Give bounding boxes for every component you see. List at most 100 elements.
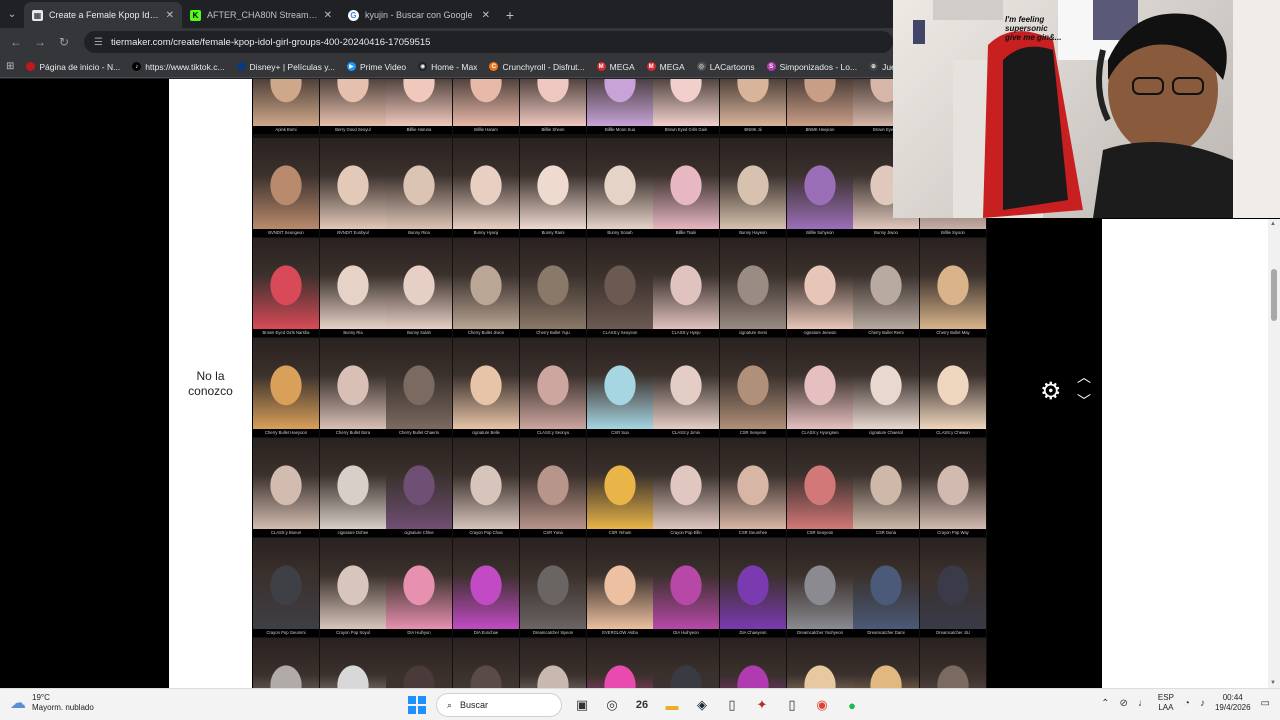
idol-tile[interactable]: cignature Belle xyxy=(453,338,519,437)
idol-tile[interactable]: CLASS:y Chewon xyxy=(920,338,986,437)
idol-tile[interactable]: CSR Sua xyxy=(587,338,653,437)
bookmark-item[interactable]: C Crunchyroll - Disfrut... xyxy=(489,62,585,72)
idol-tile[interactable]: Apink Bomi xyxy=(253,79,319,134)
idol-tile[interactable]: Cherry Bullet Haeyoon xyxy=(253,338,319,437)
scroll-down-icon[interactable]: ▼ xyxy=(1270,680,1276,686)
idol-tile[interactable] xyxy=(253,638,319,688)
idol-tile[interactable]: Bunny Sooah xyxy=(587,138,653,237)
idol-tile[interactable]: Billlie Moon Sua xyxy=(587,79,653,134)
idol-tile[interactable]: cignature Jeewon xyxy=(787,238,853,337)
bookmark-item[interactable]: ♪ https://www.tiktok.c... xyxy=(132,62,225,72)
idol-tile[interactable]: Billlie Suhyeon xyxy=(787,138,853,237)
bookmark-item[interactable]: S Simponizados - Lo... xyxy=(766,62,857,72)
bookmark-item[interactable]: Disney+ | Películas y... xyxy=(236,62,335,72)
clock[interactable]: 00:44 19/4/2026 xyxy=(1215,693,1251,713)
bookmark-item[interactable]: ◉ Home - Max xyxy=(418,62,477,72)
volume-icon[interactable]: ♪ xyxy=(1200,698,1205,709)
reload-button[interactable]: ↻ xyxy=(54,32,74,52)
tab-google[interactable]: G kyujin - Buscar con Google ✕ xyxy=(340,2,498,28)
idol-tile[interactable]: CLASS:y Seonyu xyxy=(520,338,586,437)
idol-tile[interactable]: CLASS:y Boeun xyxy=(253,438,319,537)
tab-tiermaker[interactable]: ▦ Create a Female Kpop Idol Girl ✕ xyxy=(24,2,182,28)
idol-tile[interactable] xyxy=(720,638,786,688)
chrome-icon[interactable]: ◉ xyxy=(812,695,832,715)
idol-tile[interactable] xyxy=(853,638,919,688)
idol-tile[interactable] xyxy=(320,638,386,688)
scroll-thumb[interactable] xyxy=(1271,269,1277,321)
idol-tile[interactable] xyxy=(587,638,653,688)
idol-tile[interactable]: EVERGLOW Aisha xyxy=(587,538,653,637)
idol-tile[interactable]: DIA Eunchae xyxy=(453,538,519,637)
idol-tile[interactable]: Dreamcatcher JiU xyxy=(920,538,986,637)
idol-tile[interactable]: CLASS:y Jimin xyxy=(653,338,719,437)
idol-tile[interactable]: Billlie Tsuki xyxy=(653,138,719,237)
idol-tile[interactable]: BNMK Heejeon xyxy=(787,79,853,134)
idol-tile[interactable]: Bunny Hyunji xyxy=(453,138,519,237)
idol-tile[interactable]: Bunny Rina xyxy=(386,138,452,237)
bookmark-item[interactable]: Página de inicio - N... xyxy=(26,62,120,72)
apps-grid-icon[interactable]: ⊞ xyxy=(6,61,14,72)
idol-tile[interactable]: Cherry Bullet Chaerin xyxy=(386,338,452,437)
idol-tile[interactable]: Bunny Sulah xyxy=(386,238,452,337)
idol-tile[interactable]: Billlie Haram xyxy=(453,79,519,134)
idol-tile[interactable]: Dreamcatcher Siyeon xyxy=(520,538,586,637)
microphone-icon[interactable]: ♩ xyxy=(1138,698,1148,709)
idol-tile[interactable]: CSR Seoyeon xyxy=(720,338,786,437)
idol-tile[interactable]: Cherry Bullet Yuju xyxy=(520,238,586,337)
idol-tile[interactable]: CSR Yuna xyxy=(520,438,586,537)
idol-tile[interactable]: Berry Good Seoyul xyxy=(320,79,386,134)
idol-tile[interactable]: Crayon Pop Way xyxy=(920,438,986,537)
idol-tile[interactable]: DIA Huihyun xyxy=(386,538,452,637)
idol-tile[interactable]: Crayon Pop Choa xyxy=(453,438,519,537)
idol-tile[interactable]: Brown Eyed Girls Gain xyxy=(653,79,719,134)
forward-button[interactable]: → xyxy=(30,32,50,52)
idol-tile[interactable]: Cherry Bullet Jiwon xyxy=(453,238,519,337)
calendar-badge[interactable]: 26 xyxy=(632,695,652,715)
idol-tile[interactable]: cignature Dohee xyxy=(320,438,386,537)
bookmark-item[interactable]: M MEGA xyxy=(646,62,685,72)
tab-kick[interactable]: K AFTER_CHA80N Stream - Watc ✕ xyxy=(182,2,340,28)
chevron-up-icon[interactable]: ⌃ xyxy=(1101,698,1109,709)
idol-tile[interactable]: CLASS:y Seoyeon xyxy=(587,238,653,337)
idol-tile[interactable] xyxy=(787,638,853,688)
idol-tile[interactable]: Bunny Hayeon xyxy=(720,138,786,237)
folder-icon[interactable]: ▬ xyxy=(662,695,682,715)
page-scrollbar[interactable]: ▲ ▼ xyxy=(1268,219,1280,688)
idol-tile[interactable]: BVNDIT Seungeun xyxy=(253,138,319,237)
idol-tile[interactable]: CLASS:y Hyeju xyxy=(653,238,719,337)
idol-tile[interactable]: Dreamcatcher Yoohyeon xyxy=(787,538,853,637)
wifi-icon[interactable]: ◔ xyxy=(1184,698,1190,709)
idol-tile[interactable]: cignature Semi xyxy=(720,238,786,337)
tier-label[interactable]: No la conozco xyxy=(169,79,252,688)
task-view-icon[interactable]: ▣ xyxy=(572,695,592,715)
idol-tile[interactable]: Cherry Bullet May xyxy=(920,238,986,337)
site-info-icon[interactable]: ☰ xyxy=(94,37,103,48)
idol-tile[interactable] xyxy=(653,638,719,688)
bookmark-item[interactable]: ◎ LACartoons xyxy=(696,62,755,72)
idol-tile[interactable]: Brown Eyed Girls Narsha xyxy=(253,238,319,337)
idol-tile[interactable]: cignature Chloe xyxy=(386,438,452,537)
idol-tile[interactable]: Dreamcatcher Dami xyxy=(853,538,919,637)
bookmark-item[interactable]: ▶ Prime Video xyxy=(346,62,406,72)
idol-tile[interactable]: Crayon Pop Ellin xyxy=(653,438,719,537)
language-indicator[interactable]: ESP LAA xyxy=(1158,693,1174,713)
idol-tile[interactable]: Crayon Pop Geummi xyxy=(253,538,319,637)
idol-tile[interactable]: Cherry Bullet Remi xyxy=(853,238,919,337)
taskbar-search[interactable]: ⌕ Buscar xyxy=(436,693,562,717)
idol-tile[interactable]: Bunny Ria xyxy=(320,238,386,337)
copilot-icon[interactable]: ◎ xyxy=(602,695,622,715)
idol-tile[interactable]: Bunny Rami xyxy=(520,138,586,237)
idol-tile[interactable]: BNMK Jii xyxy=(720,79,786,134)
idol-tile[interactable]: DIA Huihyeon xyxy=(653,538,719,637)
idol-tile[interactable] xyxy=(386,638,452,688)
weather-widget[interactable]: ☁ 19°C Mayorm. nublado xyxy=(10,693,94,713)
game-icon[interactable]: ✦ xyxy=(752,695,772,715)
document-icon[interactable]: ▯ xyxy=(722,695,742,715)
idol-tile[interactable]: Billlie Haruna xyxy=(386,79,452,134)
new-tab-button[interactable]: + xyxy=(498,2,522,28)
start-button[interactable] xyxy=(408,696,426,714)
idol-tile[interactable]: Billlie Sheon xyxy=(520,79,586,134)
bookmark-item[interactable]: M MEGA xyxy=(596,62,635,72)
idol-tile[interactable]: CSR Geumhee xyxy=(720,438,786,537)
back-button[interactable]: ← xyxy=(6,32,26,52)
